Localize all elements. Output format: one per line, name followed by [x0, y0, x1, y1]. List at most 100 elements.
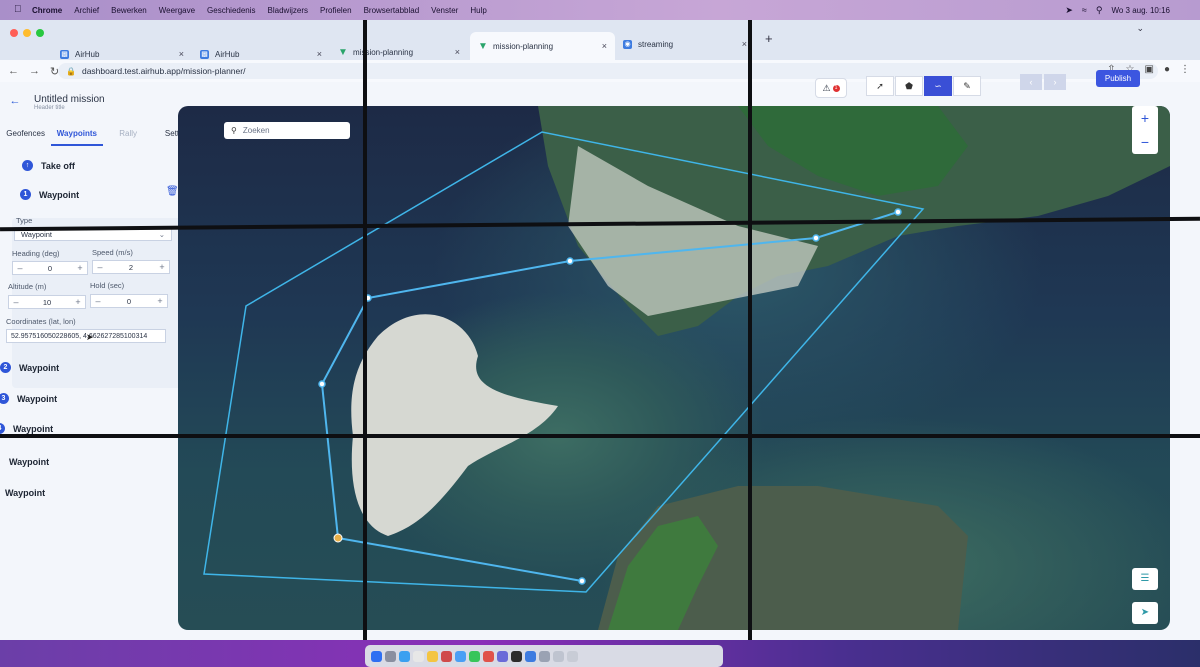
menu-bladwijzers[interactable]: Bladwijzers [268, 6, 308, 15]
zoom-in-button[interactable]: + [1132, 106, 1158, 130]
tab-search-icon[interactable]: ⌄ [1136, 23, 1144, 34]
waypoint-marker[interactable] [578, 577, 586, 585]
back-arrow-icon[interactable]: ← [8, 65, 19, 78]
menu-venster[interactable]: Venster [431, 6, 458, 15]
close-tab-icon[interactable]: × [602, 41, 607, 51]
undo-button[interactable]: ‹ [1020, 74, 1042, 90]
plus-icon[interactable]: + [153, 296, 167, 306]
minus-icon[interactable]: – [91, 296, 105, 306]
close-tab-icon[interactable]: × [455, 47, 460, 57]
plus-icon[interactable]: + [73, 263, 87, 273]
waypoint-item-selected[interactable]: 1 Waypoint [20, 189, 79, 200]
launchpad-icon[interactable] [385, 650, 396, 662]
altitude-stepper[interactable]: – 10 + [8, 295, 86, 309]
waypoint-item[interactable]: 2 Waypoint [0, 362, 59, 373]
extensions-icon[interactable]: ▣ [1145, 64, 1154, 75]
messages-icon[interactable] [469, 650, 480, 662]
menu-hulp[interactable]: Hulp [470, 6, 486, 15]
notes-icon[interactable] [427, 650, 438, 662]
close-tab-icon[interactable]: × [179, 49, 184, 59]
speed-stepper[interactable]: – 2 + [92, 260, 170, 274]
url-field[interactable]: 🔒 dashboard.test.airhub.app/mission-plan… [58, 63, 1158, 79]
waypoint-item[interactable]: 3 Waypoint [0, 393, 57, 404]
profile-avatar-icon[interactable]: ● [1164, 64, 1170, 75]
locate-button[interactable]: ➤ [1132, 602, 1158, 624]
takeoff-marker[interactable] [333, 533, 343, 543]
waypoint-marker[interactable] [894, 208, 902, 216]
finder-icon[interactable] [371, 650, 382, 662]
hold-stepper[interactable]: – 0 + [90, 294, 168, 308]
menu-bewerken[interactable]: Bewerken [111, 6, 147, 15]
close-tab-icon[interactable]: × [742, 39, 747, 49]
app-store-icon[interactable] [525, 650, 536, 662]
terminal-icon[interactable] [511, 650, 522, 662]
browser-tab-mission-planning-active[interactable]: ▼ mission-planning × [470, 32, 615, 60]
publish-button[interactable]: Publish [1096, 70, 1140, 87]
takeoff-item[interactable]: ↑ Take off [22, 160, 75, 171]
zoom-out-button[interactable]: − [1132, 130, 1158, 154]
waypoint-label: Waypoint [39, 189, 80, 200]
altitude-label: Altitude (m) [8, 282, 47, 291]
forward-arrow-icon[interactable]: → [29, 65, 40, 78]
menu-archief[interactable]: Archief [74, 6, 99, 15]
waypoint-item[interactable]: Waypoint [5, 488, 45, 498]
menu-browsertabblad[interactable]: Browsertabblad [364, 6, 420, 15]
downloads-icon[interactable] [553, 650, 564, 662]
heading-stepper[interactable]: – 0 + [12, 261, 88, 275]
apple-icon[interactable]:  [14, 5, 24, 15]
search-icon[interactable]: ⚲ [1096, 5, 1103, 16]
tab-rally[interactable]: Rally [103, 126, 154, 146]
heading-value[interactable]: 0 [27, 264, 73, 273]
waypoint-tool-button[interactable]: ∽ [924, 76, 952, 96]
menu-weergave[interactable]: Weergave [159, 6, 195, 15]
map-search-box[interactable]: ⚲ Zoeken [224, 122, 350, 139]
wifi-icon[interactable]: ≈ [1082, 5, 1087, 15]
calendar-icon[interactable] [413, 650, 424, 662]
plus-icon[interactable]: + [155, 262, 169, 272]
map-search-input[interactable]: Zoeken [243, 126, 270, 135]
satellite-map[interactable]: ⚲ Zoeken + − ☰ ➤ [178, 106, 1170, 630]
app-icon[interactable] [497, 650, 508, 662]
settings-icon[interactable] [539, 650, 550, 662]
waypoint-marker[interactable] [812, 234, 820, 242]
browser-tab-streaming[interactable]: ◉ streaming × [615, 30, 755, 58]
menu-geschiedenis[interactable]: Geschiedenis [207, 6, 255, 15]
altitude-value[interactable]: 10 [23, 298, 71, 307]
minimize-window-icon[interactable] [23, 29, 31, 37]
close-window-icon[interactable] [10, 29, 18, 37]
geofence-tool-button[interactable]: ⬟ [895, 76, 923, 96]
warnings-button[interactable]: ⚠ 1 [815, 78, 847, 98]
new-tab-icon[interactable]: + [765, 31, 773, 46]
music-icon[interactable] [441, 650, 452, 662]
back-button[interactable]: ← [8, 94, 22, 108]
waypoint-item[interactable]: Waypoint [9, 457, 49, 467]
hold-value[interactable]: 0 [105, 297, 153, 306]
speed-value[interactable]: 2 [107, 263, 155, 272]
coordinates-value[interactable]: 52.957516050228605, 4.662627285100314 [11, 333, 147, 340]
close-tab-icon[interactable]: × [317, 49, 322, 59]
waypoint-marker[interactable] [318, 380, 326, 388]
clock[interactable]: Wo 3 aug. 10:16 [1111, 6, 1170, 15]
location-icon[interactable]: ➤ [1065, 5, 1073, 16]
menu-app-name[interactable]: Chrome [32, 6, 62, 15]
tab-waypoints[interactable]: Waypoints [51, 126, 103, 146]
maximize-window-icon[interactable] [36, 29, 44, 37]
trash-icon[interactable] [567, 650, 578, 662]
draw-tool-button[interactable]: ✎ [953, 76, 981, 96]
minus-icon[interactable]: – [13, 263, 27, 273]
safari-icon[interactable] [399, 650, 410, 662]
chrome-icon[interactable] [483, 650, 494, 662]
waypoint-marker[interactable] [566, 257, 574, 265]
minus-icon[interactable]: – [9, 297, 23, 307]
layers-button[interactable]: ☰ [1132, 568, 1158, 590]
mission-title[interactable]: Untitled mission [34, 94, 105, 105]
plus-icon[interactable]: + [71, 297, 85, 307]
redo-button[interactable]: › [1044, 74, 1066, 90]
more-menu-icon[interactable]: ⋮ [1180, 64, 1190, 75]
select-tool-button[interactable]: ➚ [866, 76, 894, 96]
waypoint-item[interactable]: 4 Waypoint [0, 423, 53, 434]
minus-icon[interactable]: – [93, 262, 107, 272]
tab-geofences[interactable]: Geofences [0, 126, 51, 146]
mail-icon[interactable] [455, 650, 466, 662]
menu-profielen[interactable]: Profielen [320, 6, 352, 15]
